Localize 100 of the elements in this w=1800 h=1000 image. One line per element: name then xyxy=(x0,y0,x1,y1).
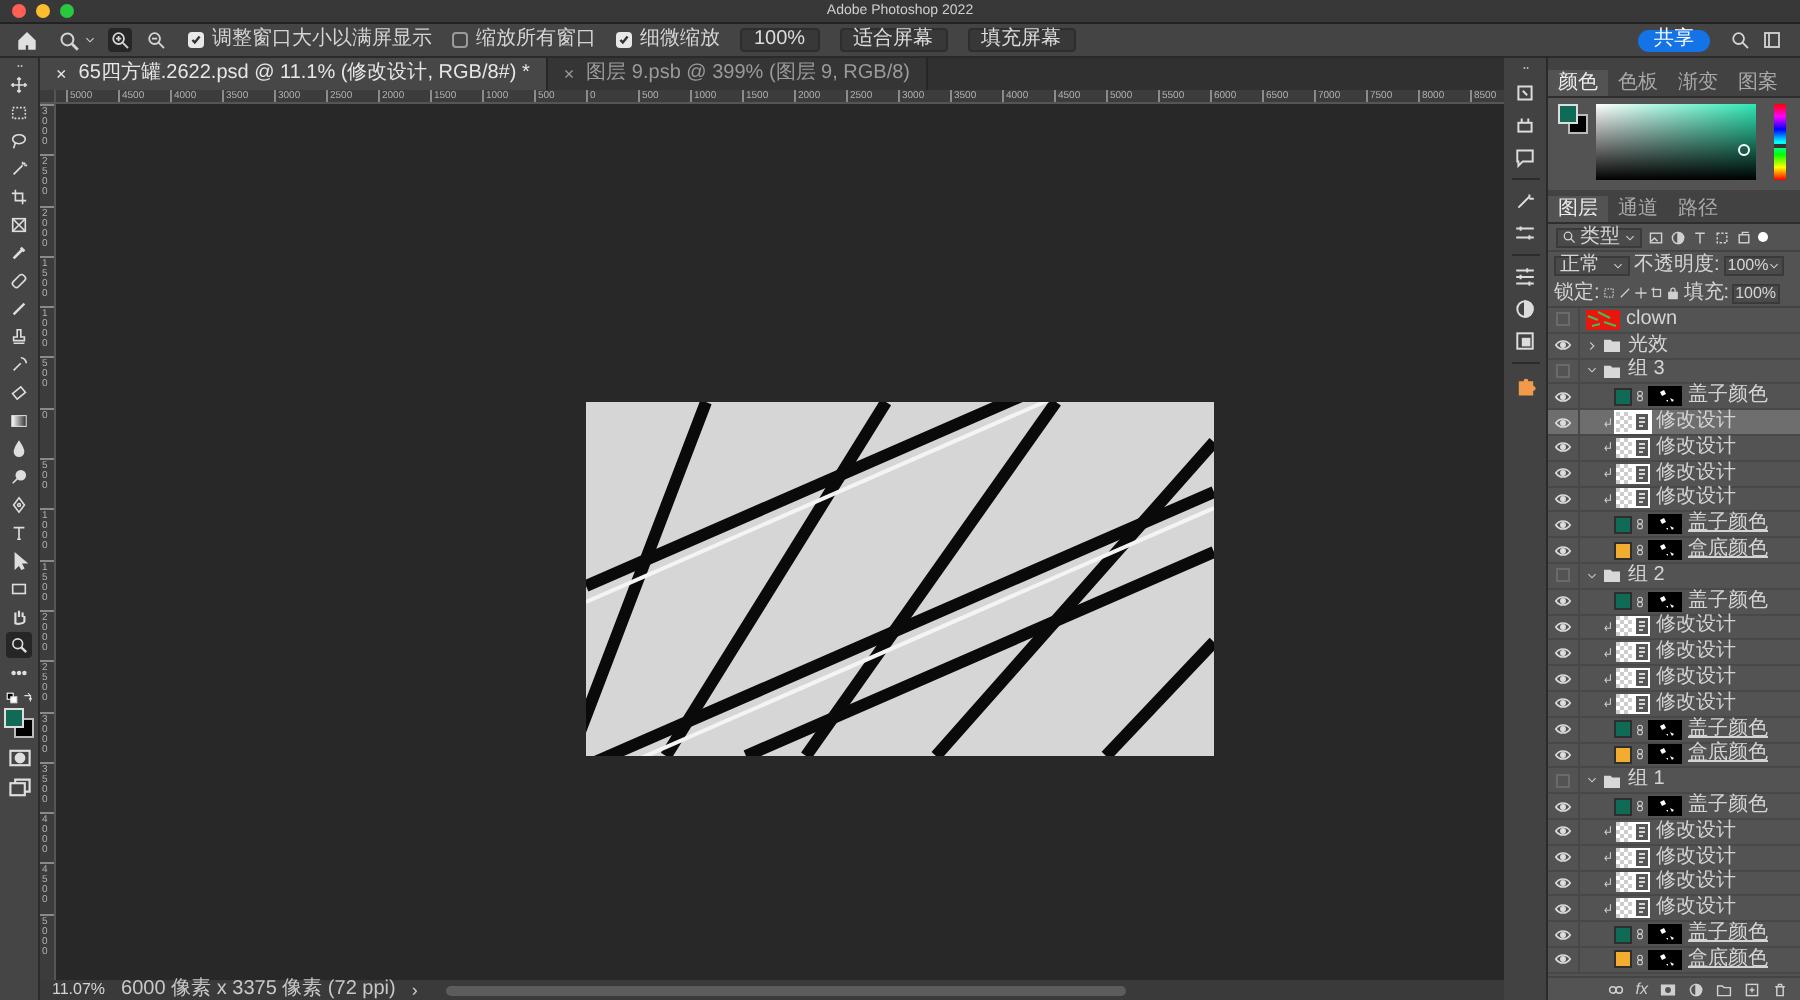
panel-tab[interactable]: 渐变 xyxy=(1668,70,1728,96)
eye-icon[interactable] xyxy=(1554,822,1572,841)
layer-row[interactable]: 盖子颜色 xyxy=(1548,512,1800,539)
caret-icon[interactable] xyxy=(1586,364,1598,377)
eye-icon[interactable] xyxy=(1554,899,1572,918)
image-filter-icon[interactable] xyxy=(1648,229,1664,245)
eye-icon[interactable] xyxy=(1554,925,1572,944)
hue-slider[interactable] xyxy=(1774,104,1786,180)
layer-row[interactable]: 盖子颜色 xyxy=(1548,589,1800,616)
eraser-icon[interactable] xyxy=(6,380,32,406)
crop-icon[interactable] xyxy=(6,184,32,210)
trash-icon[interactable] xyxy=(1772,981,1788,997)
zoom-icon[interactable] xyxy=(6,632,32,658)
zoom-in-icon[interactable] xyxy=(108,28,132,52)
layer-row[interactable]: 修改设计 xyxy=(1548,871,1800,897)
layer-row[interactable]: 修改设计 xyxy=(1548,666,1800,692)
color-swatches-drawing[interactable] xyxy=(4,708,34,738)
eye-icon[interactable] xyxy=(1554,336,1572,355)
minimize-button[interactable] xyxy=(36,4,50,18)
eye-icon[interactable] xyxy=(1554,387,1572,406)
blend-mode-dropdown[interactable]: 正常 xyxy=(1554,256,1630,276)
eye-icon[interactable] xyxy=(1554,745,1572,764)
brush-settings-icon[interactable] xyxy=(1514,190,1536,212)
eye-icon[interactable] xyxy=(1554,541,1572,560)
close-button[interactable] xyxy=(12,4,26,18)
visibility-toggle[interactable] xyxy=(1556,363,1570,378)
adjustment-icon[interactable] xyxy=(1688,981,1704,997)
layer-row[interactable]: 盒底颜色 xyxy=(1548,538,1800,564)
opacity-field[interactable]: 100% xyxy=(1723,256,1785,276)
layer-row[interactable]: 修改设计 xyxy=(1548,487,1800,513)
hue-slider-handle[interactable] xyxy=(1774,143,1786,148)
checkbox[interactable] xyxy=(452,32,468,48)
library-icon[interactable] xyxy=(1514,330,1536,352)
panel-tab[interactable]: 颜色 xyxy=(1548,70,1608,96)
layer-row[interactable]: 修改设计 xyxy=(1548,819,1800,846)
panel-tab[interactable]: 图案 xyxy=(1728,70,1788,96)
layer-row[interactable]: 光效 xyxy=(1548,333,1800,360)
color-picker-handle[interactable] xyxy=(1738,144,1750,156)
layer-row[interactable]: 组 3 xyxy=(1548,359,1800,385)
quick-mask-icon[interactable] xyxy=(7,746,31,770)
shape-filter-icon[interactable] xyxy=(1714,229,1730,245)
color-field[interactable] xyxy=(1596,104,1756,180)
layer-row[interactable]: 修改设计 xyxy=(1548,615,1800,641)
layer-row[interactable]: 修改设计 xyxy=(1548,845,1800,872)
layer-row[interactable]: 盖子颜色 xyxy=(1548,794,1800,820)
brush-lock-icon[interactable] xyxy=(1617,286,1632,300)
layer-row[interactable]: 盖子颜色 xyxy=(1548,717,1800,744)
eye-icon[interactable] xyxy=(1554,643,1572,662)
layer-row[interactable]: 组 1 xyxy=(1548,768,1800,795)
panel-tab[interactable]: 图层 xyxy=(1548,196,1608,222)
effects-button[interactable]: fx xyxy=(1635,981,1648,997)
layout-icon[interactable] xyxy=(1762,30,1782,50)
caret-icon[interactable] xyxy=(1586,569,1598,582)
smart-filter-icon[interactable] xyxy=(1736,229,1752,245)
close-button[interactable]: × xyxy=(56,65,67,83)
sliders-icon[interactable] xyxy=(1514,266,1536,288)
eye-icon[interactable] xyxy=(1554,489,1572,508)
screen-mode-icon[interactable] xyxy=(7,776,31,800)
eye-icon[interactable] xyxy=(1554,617,1572,636)
mask-icon[interactable] xyxy=(1660,981,1676,997)
artboard-lock-icon[interactable] xyxy=(1649,286,1664,300)
folder-icon[interactable] xyxy=(1716,981,1732,997)
layer-row[interactable]: 盖子颜色 xyxy=(1548,922,1800,948)
dodge-icon[interactable] xyxy=(6,464,32,490)
eye-icon[interactable] xyxy=(1554,515,1572,534)
type-filter-icon[interactable] xyxy=(1692,229,1708,245)
checkbox[interactable] xyxy=(188,32,204,48)
eye-icon[interactable] xyxy=(1554,873,1572,892)
layer-row[interactable]: 修改设计 xyxy=(1548,410,1800,436)
close-button[interactable]: × xyxy=(563,65,575,83)
eye-icon[interactable] xyxy=(1554,438,1572,457)
eye-icon[interactable] xyxy=(1554,720,1572,739)
caret-icon[interactable] xyxy=(1586,339,1598,352)
share-button[interactable]: 共享 xyxy=(1638,29,1710,51)
frame-icon[interactable] xyxy=(6,212,32,238)
filter-dropdown[interactable]: 类型 xyxy=(1556,227,1642,247)
comment-icon[interactable] xyxy=(1514,146,1536,168)
layer-row[interactable]: 修改设计 xyxy=(1548,435,1800,462)
search-icon[interactable] xyxy=(1730,30,1750,50)
layer-row[interactable]: 盖子颜色 xyxy=(1548,384,1800,411)
filter-toggle[interactable] xyxy=(1758,232,1768,242)
layer-row[interactable]: 修改设计 xyxy=(1548,461,1800,488)
eye-icon[interactable] xyxy=(1554,464,1572,483)
layer-row[interactable]: 修改设计 xyxy=(1548,640,1800,667)
link-icon[interactable] xyxy=(1607,981,1624,997)
document-tab[interactable]: × 图层 9.psb @ 399% (图层 9, RGB/8) xyxy=(547,58,929,90)
fill-field[interactable]: 100% xyxy=(1731,283,1781,303)
layer-row[interactable]: 修改设计 xyxy=(1548,691,1800,718)
zoom-out-icon[interactable] xyxy=(144,28,168,52)
eye-icon[interactable] xyxy=(1554,413,1572,432)
panel-tab[interactable]: 通道 xyxy=(1608,196,1668,222)
new-layer-icon[interactable] xyxy=(1744,981,1760,997)
color-swatches-drawing[interactable] xyxy=(1558,104,1588,134)
layer-row[interactable]: 盒底颜色 xyxy=(1548,743,1800,769)
toolbar-button[interactable]: 填充屏幕 xyxy=(967,28,1076,52)
default-colors-icon[interactable] xyxy=(5,692,17,704)
properties-icon[interactable] xyxy=(1514,222,1536,244)
puzzle-piece-icon[interactable] xyxy=(1513,374,1537,398)
maximize-button[interactable] xyxy=(60,4,74,18)
lock-pixels-icon[interactable] xyxy=(1601,286,1616,300)
